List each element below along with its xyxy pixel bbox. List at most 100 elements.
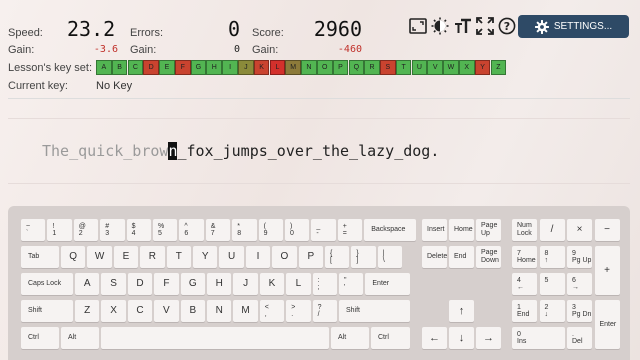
numpad-9[interactable]: 9 Pg Up (567, 246, 592, 268)
help-icon[interactable]: ? (497, 16, 517, 36)
key-enter[interactable]: Enter (365, 273, 410, 295)
key-a[interactable]: A (75, 273, 100, 295)
key-sym3-1[interactable]: >. (286, 300, 311, 322)
key-u[interactable]: U (219, 246, 244, 268)
key-t[interactable]: T (166, 246, 191, 268)
key-h[interactable]: H (207, 273, 232, 295)
key-4[interactable]: $4 (126, 219, 151, 241)
key-sym-2[interactable]: | \ (377, 246, 403, 268)
numpad-plus[interactable]: + (594, 246, 620, 295)
key-k[interactable]: K (259, 273, 285, 295)
key-8[interactable]: * 8 (232, 219, 257, 241)
key-m[interactable]: M (233, 300, 258, 322)
key-space[interactable] (101, 327, 329, 349)
key-4-bottom: 4 (131, 230, 136, 237)
key-caps-lock[interactable]: Caps Lock (21, 273, 73, 295)
key-tab[interactable]: Tab (21, 246, 59, 268)
numpad-numlock[interactable]: Num Lock (512, 219, 537, 241)
numpad-8[interactable]: 8 ↑ (539, 246, 565, 268)
key-d[interactable]: D (127, 273, 153, 295)
numpad-divide-label: / (550, 224, 554, 235)
key-alt-right[interactable]: Alt (331, 327, 369, 349)
key-q[interactable]: Q (61, 246, 86, 268)
key-arrow-right[interactable]: → (476, 327, 501, 349)
speed-gain-value: -3.6 (93, 44, 118, 55)
key-n[interactable]: N (207, 300, 232, 322)
key-f[interactable]: F (154, 273, 179, 295)
numpad-enter[interactable]: Enter (594, 300, 620, 349)
key-sym3-2[interactable]: ? / (312, 300, 337, 322)
key-arrow-left[interactable]: ← (422, 327, 447, 349)
key-r[interactable]: R (140, 246, 165, 268)
key-end[interactable]: End (449, 246, 474, 268)
key-9[interactable]: (9 (258, 219, 283, 241)
key-shift-right-label: Shift (346, 307, 361, 314)
key-6[interactable]: ^ 6 (179, 219, 204, 241)
key-sym2-0[interactable]: :; (312, 273, 337, 295)
key-sym-1[interactable]: }] (351, 246, 376, 268)
key-alt-left[interactable]: Alt (61, 327, 99, 349)
key-1[interactable]: ! 1 (47, 219, 72, 241)
key-shift-left[interactable]: Shift (21, 300, 73, 322)
numpad-3[interactable]: 3 Pg Dn (567, 300, 592, 322)
key-sym2-1[interactable]: " ' (339, 273, 364, 295)
key-=[interactable]: + = (337, 219, 363, 241)
numpad-dot[interactable]: . Del (567, 327, 592, 349)
key-b[interactable]: B (180, 300, 205, 322)
key-v[interactable]: V (154, 300, 179, 322)
key-x[interactable]: X (101, 300, 126, 322)
settings-button[interactable]: SETTINGS... (518, 15, 629, 38)
key-arrow-down[interactable]: ↓ (449, 327, 474, 349)
key-ctrl-right[interactable]: Ctrl (371, 327, 410, 349)
key-i[interactable]: I (245, 246, 271, 268)
key-p[interactable]: P (298, 246, 323, 268)
numpad-dot-bottom: Del (572, 338, 583, 345)
keyset-key-d: D (143, 60, 159, 75)
key-sym-0[interactable]: {[ (325, 246, 350, 268)
theme-icon[interactable] (430, 16, 450, 36)
numpad-6[interactable]: 6 → (567, 273, 592, 295)
key--[interactable]: _ - (311, 219, 336, 241)
font-size-icon[interactable] (453, 16, 473, 36)
key-`[interactable]: ~ ` (21, 219, 46, 241)
key-z[interactable]: Z (75, 300, 100, 322)
key-s[interactable]: S (101, 273, 126, 295)
key-arrow-up[interactable]: ↑ (449, 300, 474, 322)
key-2[interactable]: @2 (73, 219, 99, 241)
key-home[interactable]: Home (449, 219, 474, 241)
key-y[interactable]: Y (193, 246, 218, 268)
key-backspace[interactable]: Backspace (364, 219, 417, 241)
key-o[interactable]: O (272, 246, 297, 268)
numpad-1[interactable]: 1 End (512, 300, 537, 322)
key-w[interactable]: W (87, 246, 112, 268)
settings-label: SETTINGS... (553, 21, 613, 32)
key-0[interactable]: ) 0 (285, 219, 310, 241)
key-5[interactable]: % 5 (153, 219, 178, 241)
key-page-down[interactable]: Page Down (476, 246, 501, 268)
numpad-7[interactable]: 7 Home (512, 246, 537, 268)
key-page-up[interactable]: Page Up (476, 219, 501, 241)
fullscreen-window-icon[interactable] (408, 16, 428, 36)
key-ctrl-left[interactable]: Ctrl (21, 327, 59, 349)
key-j[interactable]: J (233, 273, 258, 295)
key-c[interactable]: C (127, 300, 153, 322)
key-7[interactable]: & 7 (205, 219, 231, 241)
key-g[interactable]: G (180, 273, 205, 295)
numpad-multiply[interactable]: × (567, 219, 592, 241)
svg-text:?: ? (504, 20, 510, 33)
key-e[interactable]: E (113, 246, 139, 268)
key-l[interactable]: L (286, 273, 311, 295)
numpad-1-bottom: End (517, 311, 530, 318)
numpad-minus[interactable]: − (594, 219, 620, 241)
numpad-5[interactable]: 5 (539, 273, 565, 295)
key-shift-right[interactable]: Shift (339, 300, 410, 322)
expand-icon[interactable] (475, 16, 495, 36)
key-insert[interactable]: Insert (422, 219, 447, 241)
key-sym3-0[interactable]: <, (259, 300, 285, 322)
numpad-2[interactable]: 2 ↓ (539, 300, 565, 322)
numpad-4[interactable]: 4 ← (512, 273, 537, 295)
key-delete[interactable]: Delete (422, 246, 447, 268)
numpad-divide[interactable]: / (539, 219, 565, 241)
numpad-0[interactable]: 0 Ins (512, 327, 565, 349)
key-3[interactable]: #3 (100, 219, 125, 241)
